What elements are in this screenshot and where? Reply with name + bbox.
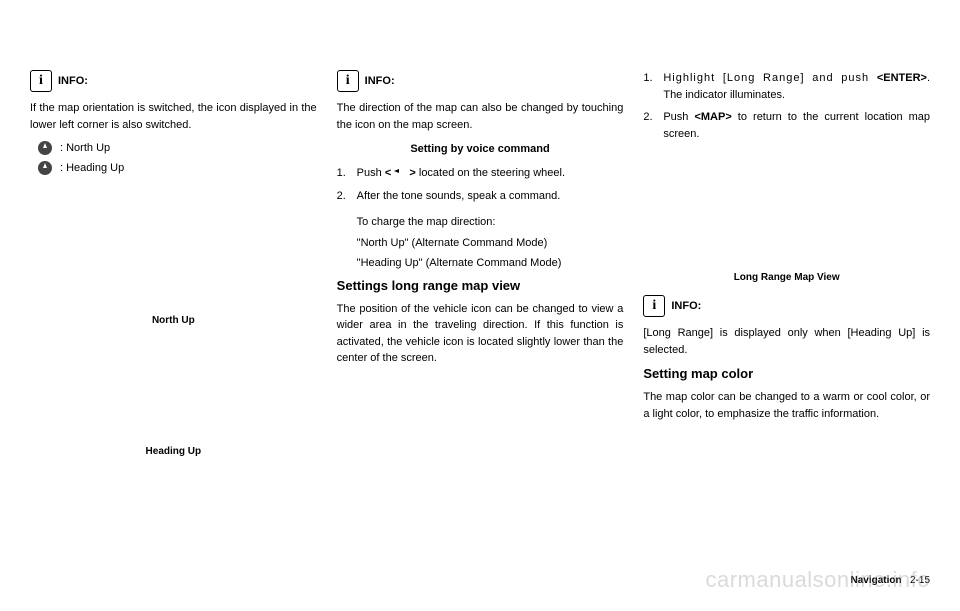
- heading-up-label: : Heading Up: [60, 162, 124, 174]
- column-left: i INFO: If the map orientation is switch…: [30, 70, 317, 497]
- info-icon: i: [337, 70, 359, 92]
- section-heading: Settings long range map view: [337, 278, 624, 293]
- list-item: 1. Highlight [Long Range] and push <ENTE…: [643, 70, 930, 103]
- compass-icon: [38, 161, 52, 175]
- item-number: 1.: [643, 70, 663, 103]
- info-icon: i: [643, 295, 665, 317]
- section-heading: Setting map color: [643, 366, 930, 381]
- item-number: 2.: [643, 109, 663, 142]
- list-item: 2. Push <MAP> to return to the current l…: [643, 109, 930, 142]
- info-text: [Long Range] is displayed only when [Hea…: [643, 325, 930, 358]
- info-block: i INFO:: [30, 70, 317, 92]
- info-text: The direction of the map can also be cha…: [337, 100, 624, 133]
- sub-text: "Heading Up" (Alternate Command Mode): [357, 255, 624, 272]
- bracket-close: >: [409, 167, 415, 179]
- info-label: INFO:: [365, 75, 395, 87]
- voice-command-heading: Setting by voice command: [337, 143, 624, 155]
- item-text: After the tone sounds, speak a command.: [357, 188, 624, 205]
- caption-heading-up: Heading Up: [30, 446, 317, 457]
- north-up-label: : North Up: [60, 142, 110, 154]
- text-fragment: Push: [663, 111, 694, 123]
- info-text: If the map orientation is switched, the …: [30, 100, 317, 133]
- column-right: 1. Highlight [Long Range] and push <ENTE…: [643, 70, 930, 497]
- enter-button-label: <ENTER>: [877, 72, 927, 84]
- compass-icon: [38, 141, 52, 155]
- icon-list: : North Up : Heading Up: [38, 141, 317, 175]
- info-block: i INFO:: [643, 295, 930, 317]
- bracket-open: <: [385, 167, 391, 179]
- item-text: Highlight [Long Range] and push <ENTER>.…: [663, 70, 930, 103]
- north-up-item: : North Up: [38, 141, 317, 155]
- item-text: Push <MAP> to return to the current loca…: [663, 109, 930, 142]
- info-label: INFO:: [58, 75, 88, 87]
- item-number: 1.: [337, 165, 357, 182]
- numbered-list: 1. Push < > located on the steering whee…: [337, 165, 624, 204]
- text-fragment: located on the steering wheel.: [419, 167, 565, 179]
- sub-text: "North Up" (Alternate Command Mode): [357, 235, 624, 252]
- caption-north-up: North Up: [30, 315, 317, 326]
- info-icon: i: [30, 70, 52, 92]
- heading-up-item: : Heading Up: [38, 161, 317, 175]
- text-fragment: Highlight [Long Range] and push: [663, 72, 876, 84]
- map-button-label: <MAP>: [694, 111, 731, 123]
- item-number: 2.: [337, 188, 357, 205]
- info-label: INFO:: [671, 300, 701, 312]
- text-fragment: Push: [357, 167, 385, 179]
- list-item: 2. After the tone sounds, speak a comman…: [337, 188, 624, 205]
- voice-icon: [394, 166, 406, 176]
- info-block: i INFO:: [337, 70, 624, 92]
- column-middle: i INFO: The direction of the map can als…: [337, 70, 624, 497]
- footer-page-number: 2-15: [910, 575, 930, 586]
- numbered-list: 1. Highlight [Long Range] and push <ENTE…: [643, 70, 930, 142]
- item-text: Push < > located on the steering wheel.: [357, 165, 624, 182]
- sub-text: To charge the map direction:: [357, 214, 624, 231]
- caption-long-range: Long Range Map View: [643, 272, 930, 283]
- list-item: 1. Push < > located on the steering whee…: [337, 165, 624, 182]
- footer-section: Navigation: [851, 575, 902, 586]
- page-footer: Navigation 2-15: [851, 575, 930, 586]
- section-text: The map color can be changed to a warm o…: [643, 389, 930, 422]
- manual-page: i INFO: If the map orientation is switch…: [0, 0, 960, 527]
- section-text: The position of the vehicle icon can be …: [337, 301, 624, 367]
